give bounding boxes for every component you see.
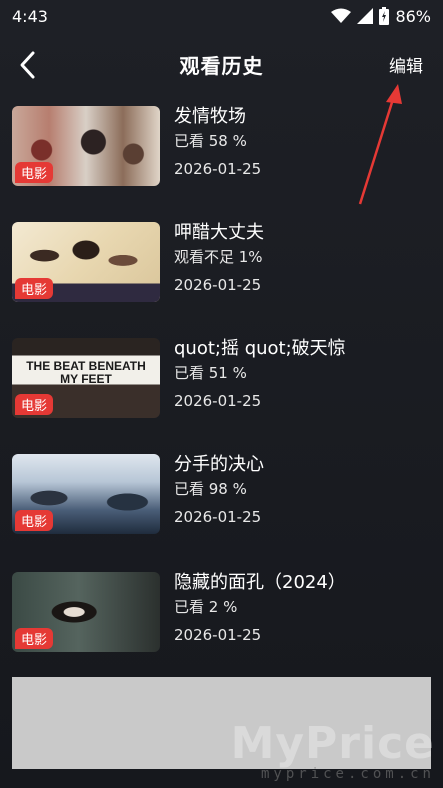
movie-badge: 电影 — [15, 394, 54, 415]
movie-badge: 电影 — [15, 628, 54, 649]
history-item[interactable]: 电影 隐藏的面孔（2024） 已看 2 % 2026-01-25 — [0, 566, 443, 658]
watch-date: 2026-01-25 — [174, 508, 262, 526]
movie-thumbnail: THE BEAT BENEATH MY FEET 电影 — [12, 338, 160, 418]
movie-thumbnail: 电影 — [12, 106, 160, 186]
battery-percent: 86% — [395, 6, 431, 26]
movie-title: quot;摇 quot;破天惊 — [174, 338, 346, 359]
watch-date: 2026-01-25 — [174, 392, 262, 410]
movie-badge: 电影 — [15, 278, 54, 299]
signal-icon — [357, 8, 374, 24]
poster-title-text: THE BEAT BENEATH MY FEET — [26, 359, 146, 386]
movie-thumbnail: 电影 — [12, 454, 160, 534]
history-item[interactable]: 电影 发情牧场 已看 58 % 2026-01-25 — [0, 100, 443, 192]
watch-progress: 已看 2 % — [174, 598, 238, 616]
edit-button[interactable]: 编辑 — [389, 52, 423, 77]
movie-title: 隐藏的面孔（2024） — [174, 572, 346, 593]
movie-thumbnail: 电影 — [12, 572, 160, 652]
watch-progress: 已看 51 % — [174, 364, 247, 382]
history-item[interactable]: THE BEAT BENEATH MY FEET 电影 quot;摇 quot;… — [0, 332, 443, 424]
movie-thumbnail: 电影 — [12, 222, 160, 302]
ad-banner[interactable] — [12, 677, 431, 769]
watch-date: 2026-01-25 — [174, 276, 262, 294]
watch-date: 2026-01-25 — [174, 626, 262, 644]
movie-title: 分手的决心 — [174, 454, 264, 475]
movie-title: 发情牧场 — [174, 106, 246, 127]
movie-badge: 电影 — [15, 162, 54, 183]
page-title: 观看历史 — [179, 54, 264, 78]
status-icons: 86% — [331, 7, 431, 26]
movie-badge: 电影 — [15, 510, 54, 531]
movie-title: 呷醋大丈夫 — [174, 222, 264, 243]
watch-progress: 已看 98 % — [174, 480, 247, 498]
status-bar: 4:43 86% — [0, 0, 443, 32]
watch-progress: 已看 58 % — [174, 132, 247, 150]
watch-progress: 观看不足 1% — [174, 248, 263, 266]
history-item[interactable]: 电影 分手的决心 已看 98 % 2026-01-25 — [0, 448, 443, 540]
wifi-icon — [331, 8, 352, 23]
history-item[interactable]: 电影 呷醋大丈夫 观看不足 1% 2026-01-25 — [0, 216, 443, 308]
status-time: 4:43 — [12, 6, 48, 26]
nav-bar: 观看历史 编辑 — [0, 40, 443, 90]
battery-icon — [379, 7, 390, 25]
watch-date: 2026-01-25 — [174, 160, 262, 178]
